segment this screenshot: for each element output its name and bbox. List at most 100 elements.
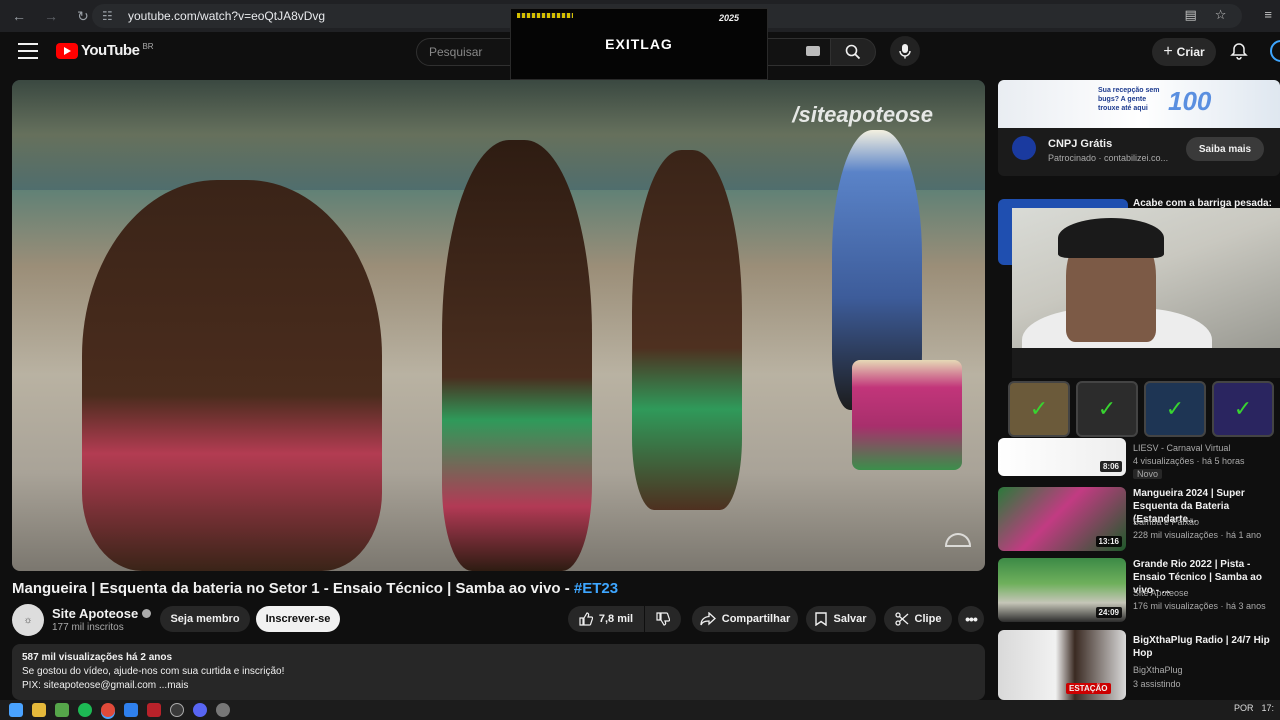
keyboard-icon[interactable] <box>806 46 820 56</box>
search-placeholder: Pesquisar <box>429 45 483 59</box>
spotify-icon[interactable] <box>78 703 92 717</box>
share-icon <box>700 612 716 626</box>
video-drummer-figure <box>632 150 742 510</box>
save-label: Salvar <box>833 613 867 625</box>
webcam-bottom-bar <box>1012 348 1280 378</box>
more-horizontal-icon: ••• <box>965 611 978 627</box>
recommendation-item[interactable]: 13:16 Mangueira 2024 | Super Esquenta da… <box>998 487 1280 551</box>
overlay-year: 2025 <box>718 13 739 23</box>
description-line: PIX: siteapoteose@gmail.com ...mais <box>22 680 189 691</box>
live-badge: ESTAÇÃO <box>1066 683 1111 694</box>
os-taskbar: POR 17: <box>0 700 1280 720</box>
app-icon[interactable] <box>55 703 69 717</box>
create-label: Criar <box>1176 45 1205 59</box>
recommendation-thumbnail[interactable]: 24:09 <box>998 558 1126 622</box>
account-avatar[interactable] <box>1270 40 1280 62</box>
overlay-stripe <box>517 13 573 18</box>
overlay-brand: EXITLAG <box>605 36 673 52</box>
back-icon[interactable]: ← <box>6 3 32 29</box>
scissors-icon <box>894 612 908 626</box>
notifications-bell-icon[interactable] <box>1230 42 1248 60</box>
youtube-logo[interactable]: YouTube BR <box>56 42 154 59</box>
region-code: BR <box>142 42 154 51</box>
recommendation-channel[interactable]: Samba é Paixão <box>1133 517 1199 527</box>
reading-list-icon[interactable]: ≡ <box>1264 7 1272 23</box>
ad-banner-text: Sua recepção sem bugs? A gente trouxe at… <box>1098 87 1160 112</box>
webcam-person-cap <box>1058 218 1164 258</box>
settings-gear-icon[interactable] <box>216 703 230 717</box>
description-line: Se gostou do vídeo, ajude-nos com sua cu… <box>22 666 285 677</box>
video-title-text: Mangueira | Esquenta da bateria no Setor… <box>12 580 574 597</box>
share-label: Compartilhar <box>721 613 791 625</box>
menu-icon[interactable] <box>18 43 38 59</box>
like-button[interactable]: 7,8 mil <box>568 606 644 632</box>
subscribe-label: Inscrever-se <box>265 613 331 625</box>
share-button[interactable]: Compartilhar <box>692 606 798 632</box>
ad-sponsored-label: Patrocinado · contabilizei.co... <box>1048 153 1169 163</box>
recommendation-views: 176 mil visualizações · há 3 anos <box>1133 601 1266 611</box>
ad-advertiser-name: CNPJ Grátis <box>1048 138 1113 150</box>
channel-branding-icon[interactable] <box>945 533 971 547</box>
clip-button[interactable]: Clipe <box>884 606 952 632</box>
ad-cta-button[interactable]: Saiba mais <box>1186 137 1264 161</box>
more-actions-button[interactable]: ••• <box>958 606 984 632</box>
discord-icon[interactable] <box>193 703 207 717</box>
recommendation-thumbnail[interactable]: 8:06 <box>998 438 1126 476</box>
recommendation-thumbnail[interactable]: 13:16 <box>998 487 1126 551</box>
new-badge: Novo <box>1133 469 1163 479</box>
like-count: 7,8 mil <box>598 613 634 625</box>
forward-icon[interactable]: → <box>38 3 64 29</box>
webcam-overlay <box>1012 208 1280 378</box>
recommendation-channel[interactable]: BigXthaPlug <box>1133 665 1183 675</box>
recommendation-item[interactable]: ESTAÇÃO BigXthaPlug Radio | 24/7 Hip Hop… <box>998 630 1280 700</box>
video-title: Mangueira | Esquenta da bateria no Setor… <box>12 580 618 597</box>
duration-badge: 13:16 <box>1095 536 1122 547</box>
video-hashtag[interactable]: #ET23 <box>574 580 618 597</box>
channel-name-text: Site Apoteose <box>52 606 139 621</box>
recommendation-meta: 4 visualizações · há 5 horas <box>1133 456 1245 466</box>
duration-badge: 8:06 <box>1099 461 1122 472</box>
microphone-icon <box>899 44 911 59</box>
description-box[interactable]: 587 mil visualizações há 2 anos Se gosto… <box>12 644 985 700</box>
join-button[interactable]: Seja membro <box>160 606 250 632</box>
app-icon[interactable] <box>170 703 184 717</box>
recommendation-channel[interactable]: Site Apoteose <box>1133 588 1189 598</box>
recommendation-title: LIESV - Carnaval Virtual <box>1133 443 1231 453</box>
sponsored-ad[interactable]: Sua recepção sem bugs? A gente trouxe at… <box>998 80 1280 176</box>
file-explorer-icon[interactable] <box>32 703 46 717</box>
bookmark-star-icon[interactable]: ☆ <box>1215 7 1227 23</box>
voice-search-button[interactable] <box>890 36 920 66</box>
video-drummer-figure <box>82 180 382 571</box>
save-button[interactable]: Salvar <box>806 606 876 632</box>
thumbs-down-icon <box>656 612 670 626</box>
video-player[interactable]: /siteapoteose <box>12 80 985 571</box>
site-info-icon[interactable]: ☷ <box>102 9 118 23</box>
language-indicator[interactable]: POR <box>1234 703 1254 713</box>
recommendation-item[interactable]: 24:09 Grande Rio 2022 | Pista - Ensaio T… <box>998 558 1280 622</box>
search-button[interactable] <box>830 38 876 66</box>
browser-actions: ▤ ☆ ≡ <box>1184 7 1272 23</box>
exitlag-overlay: 2025 EXITLAG <box>510 8 768 80</box>
recommendation-title: BigXthaPlug Radio | 24/7 Hip Hop <box>1133 635 1270 659</box>
bookmark-icon <box>815 612 828 626</box>
ad-banner-number: 100 <box>1168 86 1212 116</box>
clock[interactable]: 17: <box>1261 703 1274 713</box>
description-meta: 587 mil visualizações há 2 anos <box>22 652 173 663</box>
subscribe-button[interactable]: Inscrever-se <box>256 606 340 632</box>
subscriber-count: 177 mil inscritos <box>52 622 124 633</box>
app-icon[interactable] <box>124 703 138 717</box>
cast-icon[interactable]: ▤ <box>1184 7 1196 23</box>
channel-name[interactable]: Site Apoteose <box>52 606 152 621</box>
dislike-button[interactable] <box>645 606 681 632</box>
video-drum <box>852 360 962 470</box>
recommendation-item[interactable]: 8:06 LIESV - Carnaval Virtual 4 visualiz… <box>998 412 1280 479</box>
chrome-icon[interactable] <box>101 703 115 717</box>
recommendation-thumbnail[interactable]: ESTAÇÃO <box>998 630 1126 700</box>
thumbs-up-icon <box>579 612 593 626</box>
windows-start-icon[interactable] <box>9 703 23 717</box>
recommendation-views: 3 assistindo <box>1133 679 1181 689</box>
create-button[interactable]: + Criar <box>1152 38 1216 66</box>
app-icon[interactable] <box>147 703 161 717</box>
channel-avatar[interactable]: ☼ <box>12 604 44 636</box>
ad-banner[interactable]: Sua recepção sem bugs? A gente trouxe at… <box>998 80 1280 128</box>
